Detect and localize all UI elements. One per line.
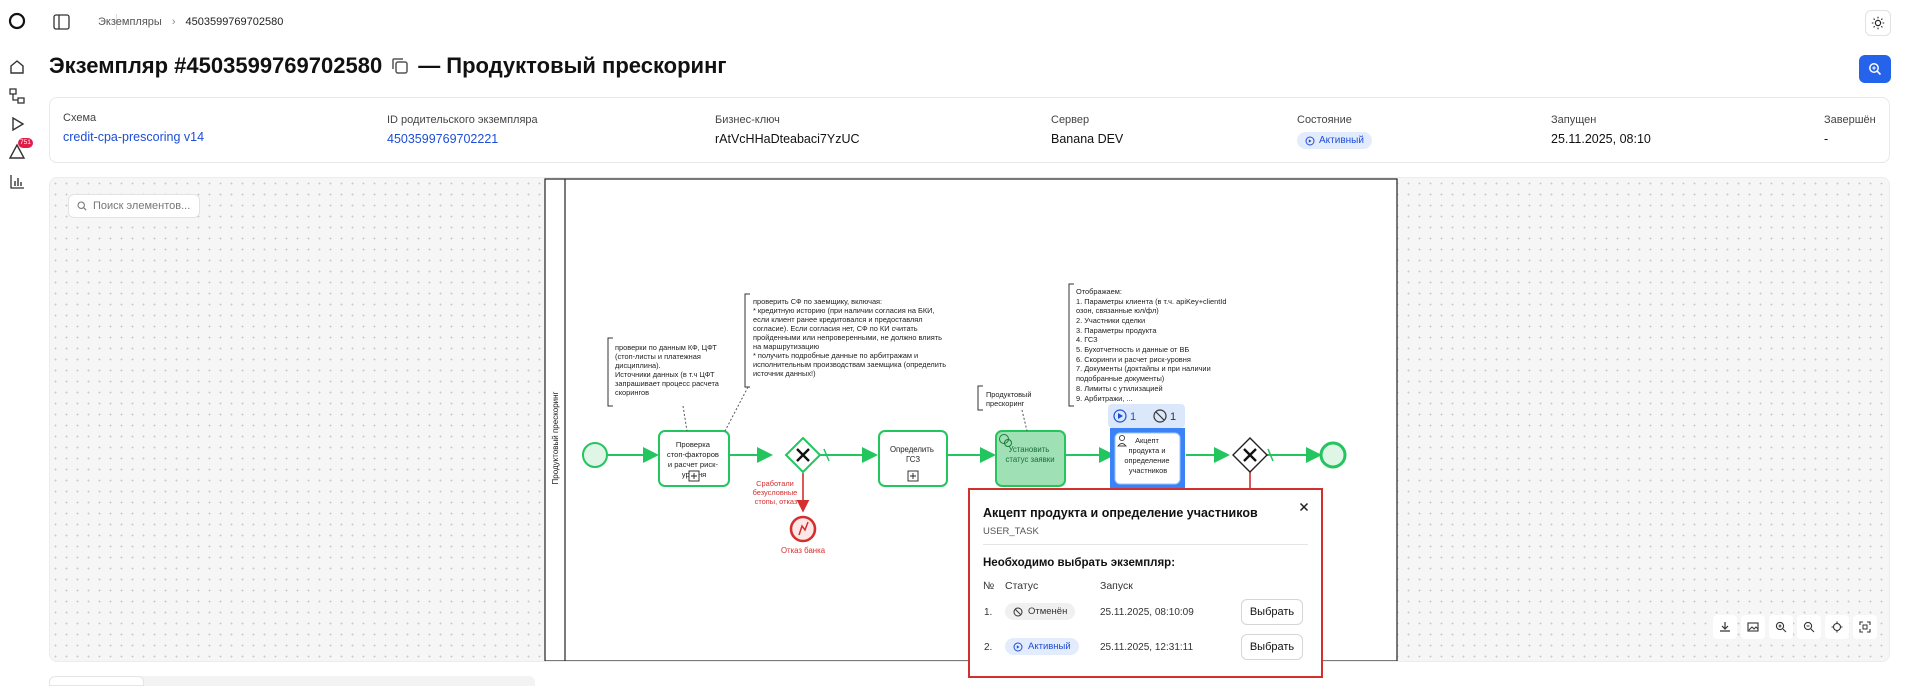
select-button[interactable]: Выбрать <box>1241 599 1303 625</box>
meta-server-value: Banana DEV <box>1051 132 1124 146</box>
row-start-date: 25.11.2025, 12:31:11 <box>1100 642 1194 653</box>
zoom-in-icon <box>1775 621 1787 633</box>
meta-parent: ID родительского экземпляра 450359976970… <box>387 114 538 146</box>
zoom-out-icon <box>1803 621 1815 633</box>
annotation-check-sf: проверить СФ по заемщику, включая: * кре… <box>753 297 948 378</box>
meta-bkey-value: rAtVcHHaDteabaci7YzUC <box>715 132 860 146</box>
meta-schema-label: Схема <box>63 112 97 124</box>
canvas-toolbar <box>1713 615 1877 643</box>
select-button[interactable]: Выбрать <box>1241 634 1303 660</box>
row-number: 2. <box>984 642 993 653</box>
instance-meta-panel: Схема credit-cpa-prescoring v14 ID родит… <box>49 97 1890 163</box>
page-title-suffix: — Продуктовый прескоринг <box>418 53 727 78</box>
meta-bkey: Бизнес-ключ rAtVcHHaDteabaci7YzUC <box>715 114 860 146</box>
copy-icon[interactable] <box>390 56 410 76</box>
popup-title: Акцепт продукта и определение участников <box>983 506 1258 520</box>
breadcrumb-current: 4503599769702580 <box>185 16 284 28</box>
chevron-right-icon: › <box>171 16 176 28</box>
zoom-out-button[interactable] <box>1797 615 1821 639</box>
sun-icon <box>1871 16 1885 30</box>
error-end-label: Отказ банка <box>781 546 826 555</box>
col-status-header: Статус <box>1005 580 1039 592</box>
col-start-header: Запуск <box>1100 580 1133 592</box>
status-badge-cancelled: Отменён <box>1005 603 1076 620</box>
task-set-status-label: Установить статус заявки <box>1005 445 1054 464</box>
meta-started-value: 25.11.2025, 08:10 <box>1551 132 1651 146</box>
bottom-tabs <box>49 676 535 686</box>
tab-active[interactable] <box>49 676 144 686</box>
home-icon[interactable] <box>8 58 26 76</box>
play-icon[interactable] <box>8 115 26 133</box>
chart-icon[interactable] <box>8 173 26 191</box>
status-label: Активный <box>1028 641 1071 652</box>
page-title-row: Экземпляр #4503599769702580 — Продуктовы… <box>49 53 727 79</box>
error-flow-label: Сработали безусловные стопы, отказ <box>753 479 800 506</box>
center-button[interactable] <box>1825 615 1849 639</box>
left-rail: 751 <box>0 0 34 684</box>
table-row: 2. Активный 25.11.2025, 12:31:11 Выбрать <box>970 634 1321 662</box>
start-event[interactable] <box>582 442 608 468</box>
meta-parent-link[interactable]: 4503599769702221 <box>387 132 538 146</box>
cancel-icon <box>1013 607 1023 616</box>
download-icon <box>1720 622 1730 632</box>
table-row: 1. Отменён 25.11.2025, 08:10:09 Выбрать <box>970 599 1321 627</box>
instance-select-popup: Акцепт продукта и определение участников… <box>968 488 1323 678</box>
popup-task-type: USER_TASK <box>983 526 1039 537</box>
fit-button[interactable] <box>1853 615 1877 639</box>
center-icon <box>1831 621 1843 633</box>
meta-parent-label: ID родительского экземпляра <box>387 114 538 126</box>
alert-count-badge: 751 <box>18 138 33 148</box>
fit-icon <box>1859 621 1871 633</box>
status-label: Отменён <box>1028 606 1068 617</box>
pool-label: Продуктовый прескоринг <box>551 391 560 484</box>
status-badge-active: Активный <box>1005 638 1079 655</box>
zoom-button[interactable] <box>1859 55 1891 83</box>
alert-nav[interactable]: 751 <box>8 138 33 161</box>
error-end-event[interactable] <box>789 515 817 543</box>
row-number: 1. <box>984 607 993 618</box>
top-bar <box>34 0 1905 44</box>
meta-server: Сервер Banana DEV <box>1051 114 1123 146</box>
meta-finished-value: - <box>1824 132 1829 146</box>
diagram-icon[interactable] <box>8 87 26 105</box>
meta-started: Запущен 25.11.2025, 08:10 <box>1551 114 1651 146</box>
image-icon <box>1747 622 1759 632</box>
theme-toggle-button[interactable] <box>1865 10 1891 36</box>
meta-started-label: Запущен <box>1551 114 1597 126</box>
row-start-date: 25.11.2025, 08:10:09 <box>1100 607 1194 618</box>
meta-finished-label: Завершён <box>1824 114 1876 126</box>
meta-server-label: Сервер <box>1051 114 1090 126</box>
breadcrumb: Экземпляры › 4503599769702580 <box>98 16 283 28</box>
meta-bkey-label: Бизнес-ключ <box>715 114 780 126</box>
meta-finished: Завершён - <box>1824 114 1876 146</box>
logo-icon[interactable] <box>8 12 26 30</box>
meta-state: Состояние Активный <box>1297 114 1372 151</box>
page-title: Экземпляр #4503599769702580 <box>49 53 383 78</box>
zoom-in-button[interactable] <box>1769 615 1793 639</box>
cancel-count: 1 <box>1170 411 1176 423</box>
active-count: 1 <box>1130 411 1136 423</box>
end-event[interactable] <box>1319 441 1347 469</box>
divider <box>983 544 1308 545</box>
status-badge-label: Активный <box>1319 135 1364 146</box>
active-status-icon <box>1305 136 1315 145</box>
col-num-header: № <box>983 580 995 592</box>
close-icon[interactable] <box>1297 500 1311 514</box>
status-badge: Активный <box>1297 132 1372 149</box>
meta-schema-link[interactable]: credit-cpa-prescoring v14 <box>63 130 204 144</box>
meta-schema: Схема credit-cpa-prescoring v14 <box>63 112 204 144</box>
sidebar-toggle-icon[interactable] <box>53 14 70 30</box>
active-status-icon <box>1013 642 1023 651</box>
popup-question: Необходимо выбрать экземпляр: <box>983 557 1176 569</box>
breadcrumb-parent[interactable]: Экземпляры <box>98 16 162 28</box>
search-zoom-icon <box>1869 63 1882 76</box>
export-image-button[interactable] <box>1741 615 1765 639</box>
download-button[interactable] <box>1713 615 1737 639</box>
meta-state-label: Состояние <box>1297 114 1352 126</box>
